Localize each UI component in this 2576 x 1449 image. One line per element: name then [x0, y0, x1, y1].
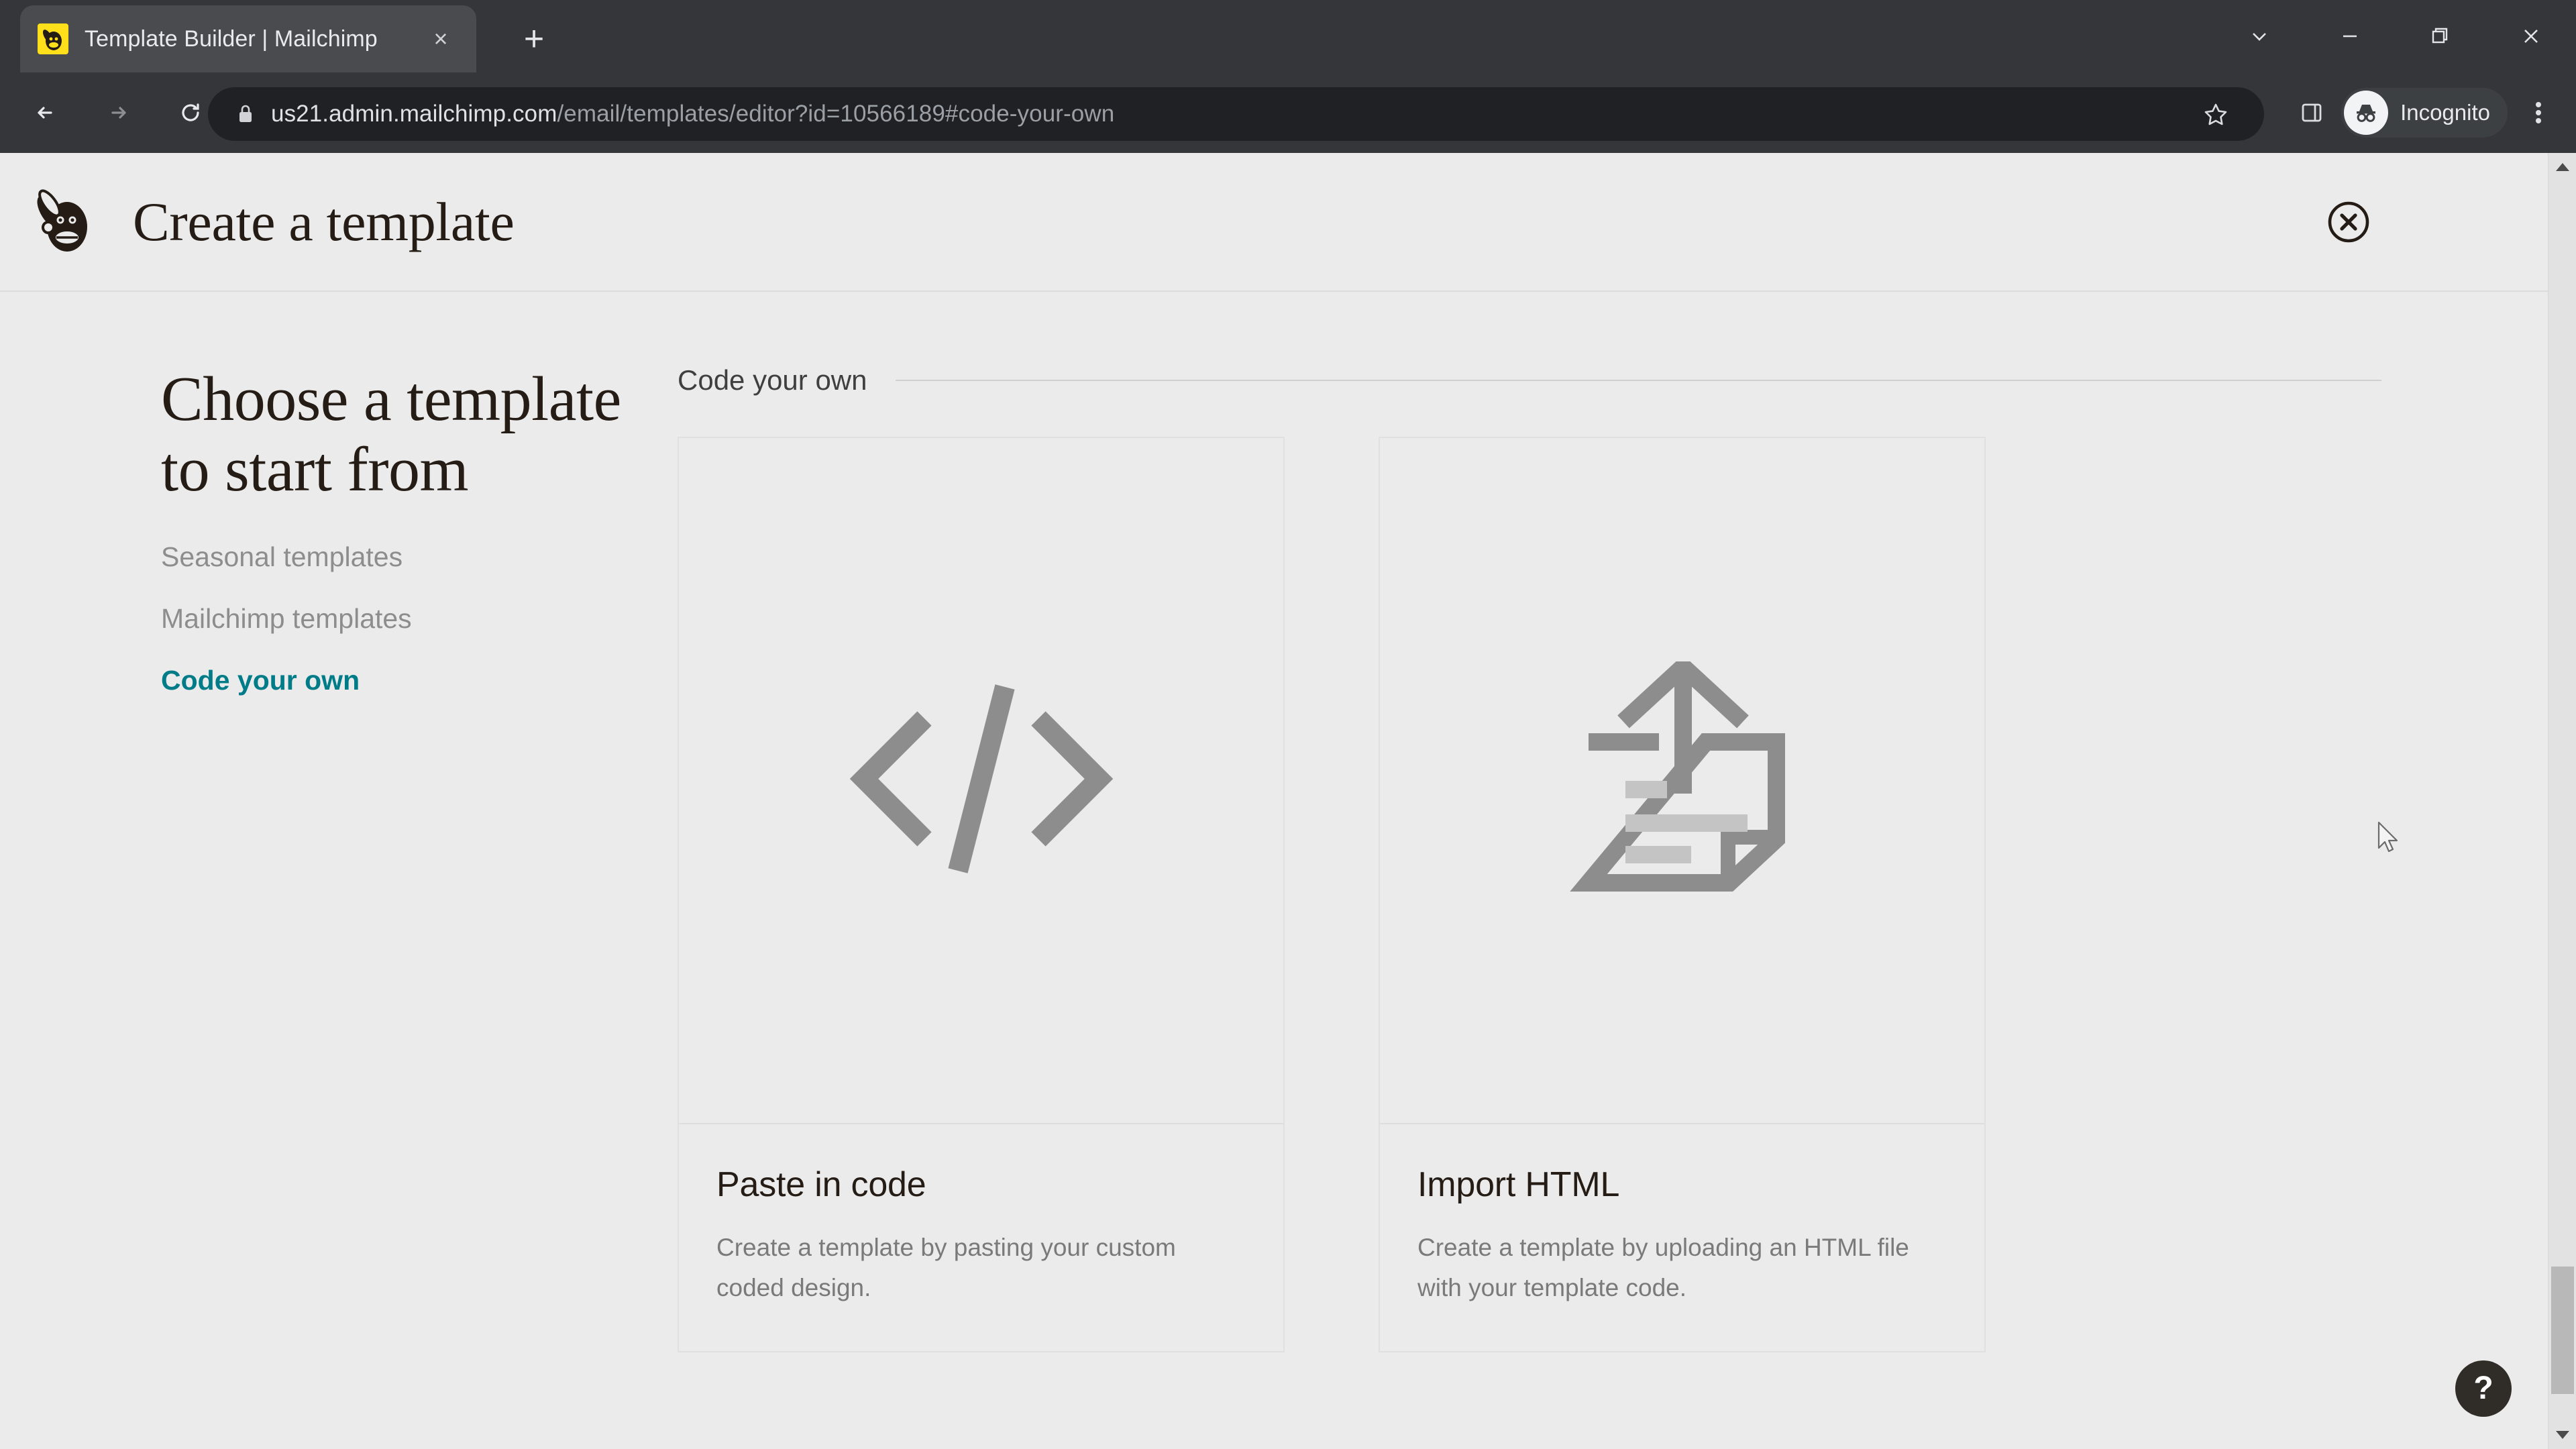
- section-label: Code your own: [678, 364, 867, 396]
- kebab-dot: [2536, 102, 2541, 107]
- sidebar-nav: Seasonal templates Mailchimp templates C…: [161, 541, 678, 698]
- url-path: /email/templates/editor?id=10566189#code…: [557, 101, 1115, 127]
- close-circle-icon[interactable]: [2322, 196, 2375, 248]
- mailchimp-logo-icon: [28, 185, 102, 259]
- forward-button[interactable]: [86, 80, 150, 145]
- lock-icon: [231, 103, 260, 125]
- url-text: us21.admin.mailchimp.com/email/templates…: [271, 101, 1114, 127]
- card-title: Paste in code: [716, 1165, 926, 1204]
- browser-toolbar: us21.admin.mailchimp.com/email/templates…: [0, 72, 2576, 153]
- page-title: Create a template: [133, 191, 515, 252]
- mailchimp-favicon-icon: [38, 23, 68, 54]
- page-header: Create a template: [0, 153, 2576, 292]
- card-media: [1380, 438, 1984, 1124]
- page-viewport: Create a template Choose a template to s…: [0, 153, 2576, 1449]
- card-description: Create a template by pasting your custom…: [716, 1234, 1176, 1301]
- address-bar[interactable]: us21.admin.mailchimp.com/email/templates…: [208, 87, 2264, 141]
- kebab-menu-icon[interactable]: [2510, 85, 2567, 141]
- upload-document-icon: [1562, 655, 1803, 900]
- new-tab-button[interactable]: +: [510, 15, 558, 63]
- tab-title: Template Builder | Mailchimp: [85, 25, 378, 52]
- sidebar-item-mailchimp-templates[interactable]: Mailchimp templates: [161, 602, 678, 635]
- section-header: Code your own: [678, 364, 2381, 396]
- browser-window: Template Builder | Mailchimp × + us21.ad…: [0, 0, 2576, 1449]
- scroll-up-icon[interactable]: [2548, 153, 2576, 181]
- card-title: Import HTML: [1417, 1165, 1620, 1204]
- help-button[interactable]: ?: [2455, 1360, 2512, 1417]
- card-media: [679, 438, 1283, 1124]
- tab-search-icon[interactable]: [2214, 0, 2304, 72]
- card-body: Paste in code Create a template by pasti…: [679, 1124, 1283, 1351]
- sidebar-item-code-your-own[interactable]: Code your own: [161, 664, 678, 697]
- tab-strip: Template Builder | Mailchimp × +: [0, 0, 2576, 72]
- side-panel-icon[interactable]: [2286, 87, 2337, 138]
- section-divider: [895, 380, 2381, 381]
- mouse-cursor: [2377, 821, 2404, 857]
- sidebar-item-seasonal-templates[interactable]: Seasonal templates: [161, 541, 678, 574]
- tab-close-icon[interactable]: ×: [423, 21, 459, 57]
- kebab-dot: [2536, 110, 2541, 115]
- incognito-label: Incognito: [2400, 100, 2490, 125]
- close-window-icon[interactable]: [2485, 0, 2576, 72]
- restore-icon[interactable]: [2395, 0, 2485, 72]
- card-description: Create a template by uploading an HTML f…: [1417, 1234, 1909, 1301]
- omnibox-actions: [2190, 89, 2241, 140]
- incognito-icon: [2344, 91, 2389, 135]
- sidebar-heading: Choose a template to start from: [161, 364, 621, 505]
- toolbar-right: Incognito: [2286, 72, 2571, 153]
- code-brackets-icon: [834, 661, 1129, 900]
- card-import-html[interactable]: Import HTML Create a template by uploadi…: [1379, 437, 1986, 1352]
- page-body: Choose a template to start from Seasonal…: [0, 292, 2576, 1352]
- window-controls: [2214, 0, 2576, 72]
- star-icon[interactable]: [2190, 89, 2241, 140]
- template-sidebar: Choose a template to start from Seasonal…: [0, 364, 678, 1352]
- browser-tab[interactable]: Template Builder | Mailchimp ×: [20, 5, 476, 72]
- back-button[interactable]: [13, 80, 78, 145]
- scroll-down-icon[interactable]: [2548, 1421, 2576, 1449]
- card-paste-in-code[interactable]: Paste in code Create a template by pasti…: [678, 437, 1285, 1352]
- minimize-icon[interactable]: [2304, 0, 2395, 72]
- url-domain: us21.admin.mailchimp.com: [271, 101, 557, 127]
- scrollbar-thumb[interactable]: [2551, 1267, 2574, 1394]
- page-scrollbar[interactable]: [2548, 153, 2576, 1449]
- template-main: Code your own Paste in code Create a tem…: [678, 364, 2576, 1352]
- template-card-grid: Paste in code Create a template by pasti…: [678, 437, 2381, 1352]
- kebab-dot: [2536, 118, 2541, 123]
- card-body: Import HTML Create a template by uploadi…: [1380, 1124, 1984, 1351]
- profile-incognito-pill[interactable]: Incognito: [2341, 88, 2508, 138]
